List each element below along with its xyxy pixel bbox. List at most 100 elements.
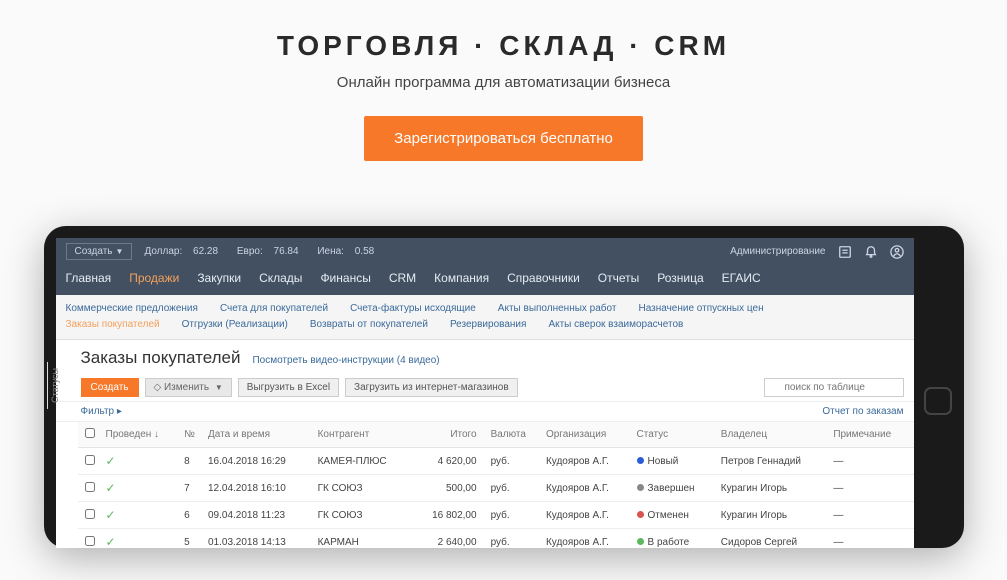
cell-org: Кудояров А.Г. <box>542 448 633 475</box>
column-header[interactable]: Организация <box>542 422 633 448</box>
page-title: Заказы покупателей <box>81 348 241 368</box>
orders-report-link[interactable]: Отчет по заказам <box>822 406 903 417</box>
subnav-item[interactable]: Назначение отпускных цен <box>638 301 763 317</box>
column-header[interactable]: Дата и время <box>204 422 314 448</box>
cell-total: 500,00 <box>412 475 487 502</box>
table-row[interactable]: ✓501.03.2018 14:13КАРМАН2 640,00руб.Кудо… <box>78 529 914 549</box>
sub-nav: Коммерческие предложения Счета для покупа… <box>56 295 914 340</box>
cell-total: 2 640,00 <box>412 529 487 549</box>
nav-склады[interactable]: Склады <box>259 271 302 285</box>
column-header[interactable]: Контрагент <box>314 422 412 448</box>
nav-crm[interactable]: CRM <box>389 271 416 285</box>
currency-rates: Доллар: 62.28 Евро: 76.84 Иена: 0.58 <box>144 246 390 257</box>
cell-org: Кудояров А.Г. <box>542 502 633 529</box>
orders-table: Проведен ↓№Дата и времяКонтрагентИтогоВа… <box>78 422 914 548</box>
bell-icon[interactable] <box>864 245 878 259</box>
cell-total: 16 802,00 <box>412 502 487 529</box>
cell-num: 6 <box>180 502 204 529</box>
import-shops-button[interactable]: Загрузить из интернет-магазинов <box>345 378 518 397</box>
row-checkbox[interactable] <box>85 536 95 546</box>
column-header[interactable]: № <box>180 422 204 448</box>
cell-num: 5 <box>180 529 204 549</box>
cell-note: — <box>829 448 913 475</box>
subnav-item[interactable]: Акты выполненных работ <box>498 301 617 317</box>
cell-status: Отменен <box>633 502 717 529</box>
subnav-item[interactable]: Возвраты от покупателей <box>310 317 428 333</box>
create-button[interactable]: Создать <box>81 378 139 397</box>
cell-num: 8 <box>180 448 204 475</box>
hero-title: ТОРГОВЛЯ · СКЛАД · CRM <box>0 30 1007 62</box>
subnav-item[interactable]: Заказы покупателей <box>66 317 160 333</box>
table-row[interactable]: ✓609.04.2018 11:23ГК СОЮЗ16 802,00руб.Ку… <box>78 502 914 529</box>
main-nav: Главная Продажи Закупки Склады Финансы CRM Ком… <box>56 265 914 295</box>
posted-check-icon: ✓ <box>106 454 116 468</box>
column-header[interactable]: Валюта <box>487 422 542 448</box>
nav-розница[interactable]: Розница <box>657 271 703 285</box>
cell-currency: руб. <box>487 529 542 549</box>
cell-status: Новый <box>633 448 717 475</box>
cell-org: Кудояров А.Г. <box>542 529 633 549</box>
cell-currency: руб. <box>487 448 542 475</box>
export-excel-button[interactable]: Выгрузить в Excel <box>238 378 339 397</box>
nav-финансы[interactable]: Финансы <box>320 271 370 285</box>
change-button[interactable]: ◇ Изменить ▼ <box>145 378 232 397</box>
subnav-item[interactable]: Счета для покупателей <box>220 301 328 317</box>
row-checkbox[interactable] <box>85 455 95 465</box>
cell-currency: руб. <box>487 502 542 529</box>
subnav-item[interactable]: Коммерческие предложения <box>66 301 198 317</box>
cell-currency: руб. <box>487 475 542 502</box>
nav-главная[interactable]: Главная <box>66 271 112 285</box>
chevron-down-icon: ▼ <box>116 247 124 256</box>
register-button[interactable]: Зарегистрироваться бесплатно <box>364 116 643 161</box>
subnav-item[interactable]: Отгрузки (Реализации) <box>182 317 288 333</box>
cell-note: — <box>829 475 913 502</box>
table-row[interactable]: ✓ 816.04.2018 16:29КАМЕЯ-ПЛЮС4 620,00руб.… <box>78 448 914 475</box>
cell-status: В работе <box>633 529 717 549</box>
cell-org: Кудояров А.Г. <box>542 475 633 502</box>
column-header[interactable]: Примечание <box>829 422 913 448</box>
nav-продажи[interactable]: Продажи <box>129 271 179 285</box>
search-input[interactable] <box>764 378 904 397</box>
cell-contractor: ГК СОЮЗ <box>314 502 412 529</box>
subnav-item[interactable]: Счета-фактуры исходящие <box>350 301 476 317</box>
subnav-item[interactable]: Акты сверок взаиморасчетов <box>548 317 683 333</box>
hero-subtitle: Онлайн программа для автоматизации бизне… <box>0 74 1007 91</box>
topbar-create-label: Создать <box>75 246 113 257</box>
cell-date: 01.03.2018 14:13 <box>204 529 314 549</box>
table-row[interactable]: ✓ 712.04.2018 16:10ГК СОЮЗ500,00руб.Кудоя… <box>78 475 914 502</box>
cell-contractor: ГК СОЮЗ <box>314 475 412 502</box>
posted-check-icon: ✓ <box>106 481 116 495</box>
column-header[interactable]: Итого <box>412 422 487 448</box>
cell-status: Завершен <box>633 475 717 502</box>
row-checkbox[interactable] <box>85 509 95 519</box>
nav-закупки[interactable]: Закупки <box>197 271 241 285</box>
user-icon[interactable] <box>890 245 904 259</box>
subnav-item[interactable]: Резервирования <box>450 317 526 333</box>
cell-owner: Петров Геннадий <box>717 448 830 475</box>
cell-owner: Курагин Игорь <box>717 502 830 529</box>
nav-компания[interactable]: Компания <box>434 271 489 285</box>
nav-отчеты[interactable]: Отчеты <box>598 271 639 285</box>
row-checkbox[interactable] <box>85 482 95 492</box>
column-header[interactable]: Проведен ↓ <box>102 422 181 448</box>
cell-contractor: КАМЕЯ-ПЛЮС <box>314 448 412 475</box>
column-header[interactable]: Статус <box>633 422 717 448</box>
cell-note: — <box>829 529 913 549</box>
admin-link[interactable]: Администрирование <box>730 246 825 257</box>
tablet-home-button[interactable] <box>924 387 952 415</box>
filter-link[interactable]: Фильтр ▸ <box>81 406 122 417</box>
cell-date: 12.04.2018 16:10 <box>204 475 314 502</box>
select-all-checkbox[interactable] <box>85 428 95 438</box>
nav-егаис[interactable]: ЕГАИС <box>722 271 761 285</box>
feed-icon[interactable] <box>838 245 852 259</box>
cell-date: 09.04.2018 11:23 <box>204 502 314 529</box>
posted-check-icon: ✓ <box>106 508 116 522</box>
nav-справочники[interactable]: Справочники <box>507 271 580 285</box>
cell-num: 7 <box>180 475 204 502</box>
cell-note: — <box>829 502 913 529</box>
cell-total: 4 620,00 <box>412 448 487 475</box>
cell-date: 16.04.2018 16:29 <box>204 448 314 475</box>
video-instructions-link[interactable]: Посмотреть видео-инструкции (4 видео) <box>252 355 439 366</box>
column-header[interactable]: Владелец <box>717 422 830 448</box>
topbar-create-button[interactable]: Создать▼ <box>66 243 133 260</box>
